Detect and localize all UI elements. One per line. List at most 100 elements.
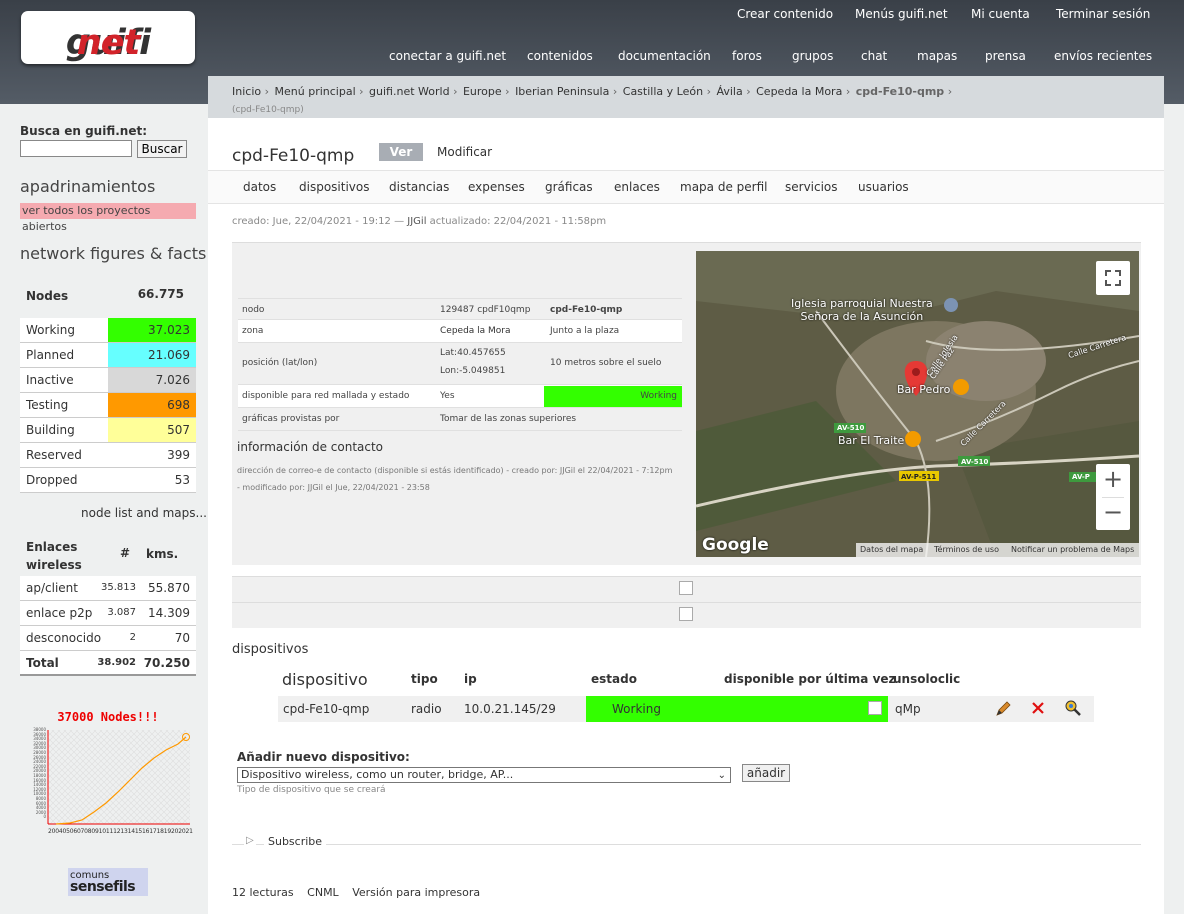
subtab-expenses[interactable]: expenses — [468, 180, 525, 194]
links-row: desconocido 2 70 — [20, 626, 196, 651]
breadcrumb-item[interactable]: Europe — [463, 85, 502, 98]
subtab-dispositivos[interactable]: dispositivos — [299, 180, 369, 194]
map-footer: Datos del mapa Términos de uso Notificar… — [856, 543, 1139, 557]
col-tipo: tipo — [411, 672, 438, 686]
status-row: Building 507 — [20, 418, 196, 443]
main-content: Inicio › Menú principal › guifi.net Worl… — [208, 76, 1164, 914]
nav-terminar-sesion[interactable]: Terminar sesión — [1056, 7, 1150, 21]
subtab-servicios[interactable]: servicios — [785, 180, 838, 194]
subtab-graficas[interactable]: gráficas — [545, 180, 593, 194]
apadrinamientos-link[interactable]: ver todos los proyectos abiertos — [20, 203, 196, 233]
breadcrumb-item[interactable]: Ávila — [716, 85, 742, 98]
breadcrumb-item[interactable]: Inicio — [232, 85, 261, 98]
fullscreen-icon[interactable] — [1096, 261, 1130, 295]
add-device-help: Tipo de dispositivo que se creará — [237, 785, 386, 795]
subtab-distancias[interactable]: distancias — [389, 180, 449, 194]
tab-ver[interactable]: Ver — [379, 143, 423, 161]
nav-prensa[interactable]: prensa — [985, 49, 1026, 63]
subtab-datos[interactable]: datos — [243, 180, 276, 194]
nodes-label: Nodes — [26, 289, 69, 303]
subtab-usuarios[interactable]: usuarios — [858, 180, 909, 194]
node-list-link[interactable]: node list and maps... — [81, 506, 207, 520]
device-link[interactable]: cpd-Fe10-qmp — [283, 702, 369, 716]
device-unsoloclic: qMp — [895, 702, 921, 716]
nav-contenidos[interactable]: contenidos — [527, 49, 593, 63]
guifi-logo[interactable]: guifi · net — [21, 11, 195, 64]
map-report-link[interactable]: Notificar un problema de Maps — [1011, 543, 1134, 557]
device-ip: 10.0.21.145/29 — [464, 702, 556, 716]
mesh-state-badge: Working — [544, 386, 682, 407]
map-data-link[interactable]: Datos del mapa — [860, 543, 923, 557]
breadcrumb-item[interactable]: Castilla y León — [623, 85, 703, 98]
nav-crear-contenido[interactable]: Crear contenido — [737, 7, 833, 21]
subtab-mapa-perfil[interactable]: mapa de perfil — [680, 180, 767, 194]
broken-image-icon — [679, 581, 693, 595]
nav-chat[interactable]: chat — [861, 49, 887, 63]
zoom-control: + − — [1096, 464, 1130, 530]
nodes-value: 66.775 — [137, 287, 184, 301]
figures-title: network figures & facts — [20, 244, 207, 263]
info-row-graphs: gráficas provistas por Tomar de las zona… — [238, 408, 682, 431]
links-row: ap/client 35.813 55.870 — [20, 576, 196, 601]
breadcrumb-item[interactable]: Menú principal — [275, 85, 356, 98]
map-terms-link[interactable]: Términos de uso — [934, 543, 999, 557]
status-row: Planned 21.069 — [20, 343, 196, 368]
zoom-out-button[interactable]: − — [1096, 497, 1130, 530]
devices-title: dispositivos — [232, 642, 309, 657]
unsoloclic-config-icon[interactable] — [1064, 699, 1082, 720]
comunssensefils-logo[interactable]: comuns sensefils — [68, 868, 148, 896]
edit-icon[interactable] — [994, 700, 1012, 721]
nav-conectar[interactable]: conectar a guifi.net — [389, 49, 506, 63]
links-row: enlace p2p 3.087 14.309 — [20, 601, 196, 626]
nav-foros[interactable]: foros — [732, 49, 762, 63]
tab-modificar[interactable]: Modificar — [437, 145, 492, 159]
print-version-link[interactable]: Versión para impresora — [352, 886, 480, 899]
search-label: Busca en guifi.net: — [20, 124, 147, 138]
breadcrumb-current: cpd-Fe10-qmp — [855, 85, 945, 98]
node-map[interactable]: Iglesia parroquial Nuestra Señora de la A… — [696, 251, 1139, 557]
zona-link[interactable]: Cepeda la Mora — [440, 326, 511, 336]
nav-mi-cuenta[interactable]: Mi cuenta — [971, 7, 1030, 21]
subscribe-link[interactable]: Subscribe — [264, 835, 327, 848]
col-unsoloclic: unsoloclic — [893, 672, 961, 686]
google-logo: Google — [702, 535, 769, 555]
status-row: Inactive 7.026 — [20, 368, 196, 393]
breadcrumb-item[interactable]: guifi.net World — [369, 85, 450, 98]
map-label-road: AV-P — [1072, 473, 1090, 481]
node-footer-links: 12 lecturas CNML Versión para impresora — [232, 886, 480, 899]
add-device-button[interactable]: añadir — [742, 764, 790, 782]
device-type-select[interactable]: Dispositivo wireless, como un router, br… — [237, 767, 731, 783]
col-dispositivo: dispositivo — [282, 670, 368, 689]
nav-menus-guifi[interactable]: Menús guifi.net — [855, 7, 948, 21]
info-row-nodo: nodo 129487 cpdF10qmp cpd-Fe10-qmp — [238, 298, 682, 320]
search-button[interactable]: Buscar — [137, 140, 187, 158]
nav-grupos[interactable]: grupos — [792, 49, 833, 63]
page-title: cpd-Fe10-qmp — [232, 146, 355, 166]
node-subtabs: datos dispositivos distancias expenses g… — [208, 170, 1164, 204]
status-stats: Nodes 66.775 Working 37.023 Planned 21.069… — [20, 280, 196, 500]
node-info-box: nodo 129487 cpdF10qmp cpd-Fe10-qmp zona … — [232, 242, 1141, 565]
breadcrumb-item[interactable]: Cepeda la Mora — [756, 85, 842, 98]
zoom-in-button[interactable]: + — [1096, 464, 1130, 497]
nav-documentacion[interactable]: documentación — [618, 49, 711, 63]
info-row-mesh: disponible para red mallada y estado Yes… — [238, 385, 682, 408]
author-link[interactable]: JJGil — [407, 216, 426, 227]
graph-image-row — [232, 576, 1141, 602]
graph-image-row — [232, 602, 1141, 628]
subtab-enlaces[interactable]: enlaces — [614, 180, 660, 194]
cnml-link[interactable]: CNML — [307, 886, 339, 899]
map-label-road: AV-510 — [961, 458, 989, 466]
delete-icon[interactable] — [1030, 700, 1046, 719]
nav-mapas[interactable]: mapas — [917, 49, 957, 63]
breadcrumb-item[interactable]: Iberian Peninsula — [515, 85, 609, 98]
links-total-row: Total 38.902 70.250 — [20, 651, 196, 676]
broken-image-icon — [868, 701, 882, 715]
map-label-road: AV-510 — [837, 424, 865, 432]
links-stats: Enlaces wireless # kms. ap/client 35.813 55… — [20, 536, 196, 676]
broken-image-icon — [679, 607, 693, 621]
reads-count: 12 lecturas — [232, 886, 294, 899]
search-input[interactable] — [20, 140, 132, 157]
nav-envios-recientes[interactable]: envíos recientes — [1054, 49, 1152, 63]
status-row: Working 37.023 — [20, 318, 196, 343]
breadcrumb-sub: (cpd-Fe10-qmp) — [232, 105, 304, 115]
